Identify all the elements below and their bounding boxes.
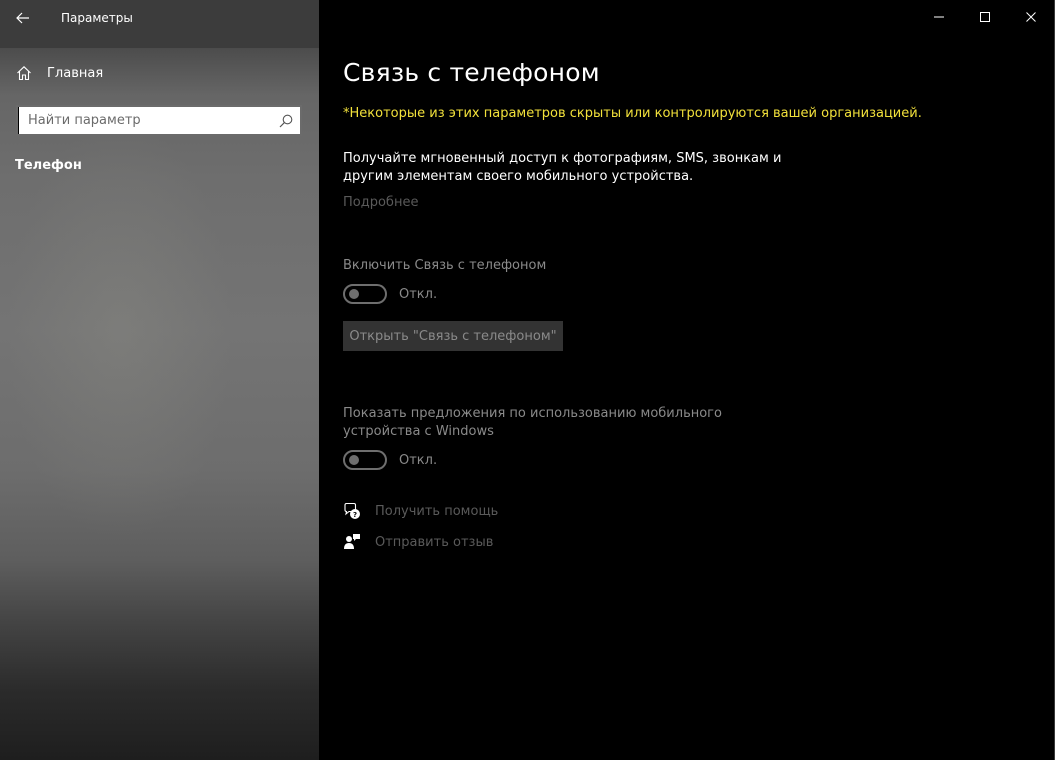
get-help-link[interactable]: ? Получить помощь [343,502,498,520]
more-info-link[interactable]: Подробнее [343,195,418,210]
main-content: Связь с телефоном *Некоторые из этих пар… [343,0,1043,760]
link-label: Отправить отзыв [375,534,494,550]
suggestions-toggle-row: Откл. [343,450,437,470]
page-title: Связь с телефоном [343,58,600,87]
description-text: Получайте мгновенный доступ к фотография… [343,151,782,184]
titlebar: Параметры [0,0,319,36]
sidebar-item-label: Главная [47,65,104,81]
toggle-knob [349,289,359,299]
settings-window: Параметры Главная Телефон [0,0,1055,760]
feedback-icon [343,533,361,551]
open-phone-link-button[interactable]: Открыть "Связь с телефоном" [343,321,563,351]
search-icon[interactable] [272,107,300,134]
app-title: Параметры [61,11,133,25]
suggestions-toggle-label: Показать предложения по использованию мо… [343,406,722,439]
phone-link-toggle-label: Включить Связь с телефоном [343,258,547,273]
phone-link-toggle[interactable] [343,284,387,304]
toggle-state-label: Откл. [399,286,438,302]
toggle-state-label: Откл. [399,452,438,468]
suggestions-toggle[interactable] [343,450,387,470]
search-box [16,105,302,136]
home-icon [16,64,34,82]
section-title: Телефон [15,158,82,173]
toggle-knob [349,455,359,465]
sidebar: Параметры Главная Телефон [0,0,319,760]
search-input[interactable] [18,107,272,134]
send-feedback-link[interactable]: Отправить отзыв [343,533,493,551]
back-arrow-icon [16,12,29,24]
help-chat-icon: ? [343,502,361,520]
managed-notice: *Некоторые из этих параметров скрыты или… [343,106,922,121]
back-button[interactable] [0,0,46,36]
svg-text:?: ? [353,511,357,519]
sidebar-item-home[interactable]: Главная [0,50,319,96]
link-label: Получить помощь [375,503,499,519]
phone-link-toggle-row: Откл. [343,284,437,304]
